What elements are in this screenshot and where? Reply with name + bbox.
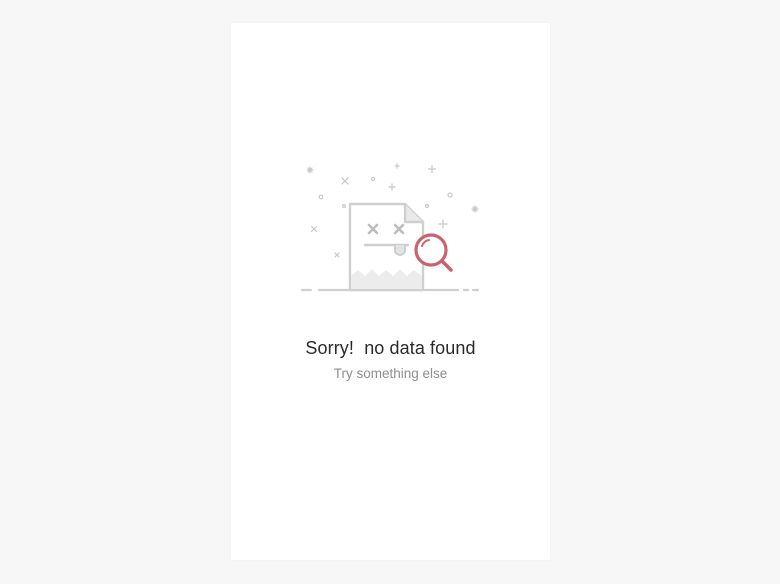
empty-state-title: Sorry! no data found <box>305 338 476 358</box>
broken-document-icon <box>348 202 425 292</box>
no-data-illustration <box>300 163 480 292</box>
empty-state-subtitle: Try something else <box>333 366 448 381</box>
